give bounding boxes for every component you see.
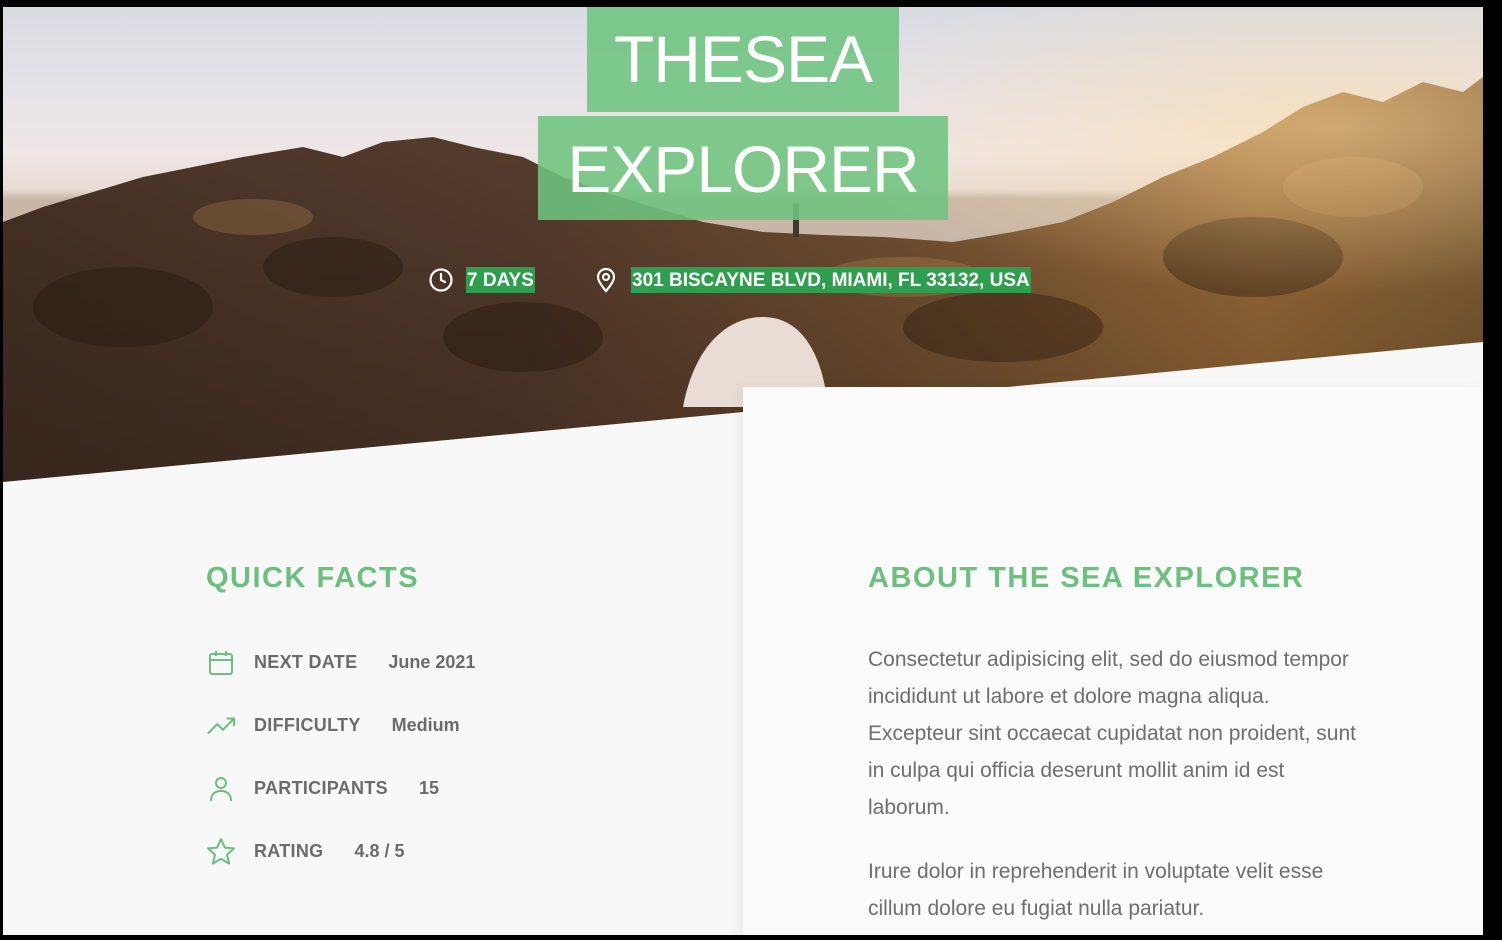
fact-label: DIFFICULTY — [254, 715, 361, 735]
address-text: 301 BISCAYNE BLVD, MIAMI, FL 33132, USA — [631, 267, 1031, 293]
about-title: ABOUT THE SEA EXPLORER — [868, 562, 1305, 594]
about-section: ABOUT THE SEA EXPLORER Consectetur adipi… — [868, 562, 1368, 927]
fact-participants: PARTICIPANTS 15 — [206, 757, 706, 820]
user-icon — [206, 774, 236, 804]
fact-value: 15 — [418, 778, 439, 798]
location-pin-icon — [593, 267, 619, 293]
about-paragraph-2: Irure dolor in reprehenderit in voluptat… — [868, 860, 1324, 920]
quick-facts-title: QUICK FACTS — [206, 562, 420, 594]
page-frame: THESEA EXPLORER 7 DAYS 301 BISCAYNE BLVD… — [3, 7, 1483, 935]
fact-value: June 2021 — [388, 652, 476, 672]
fact-label: NEXT DATE — [254, 652, 358, 672]
fact-value: Medium — [391, 715, 460, 735]
hero-title-line-2: EXPLORER — [538, 116, 948, 220]
trip-duration: 7 DAYS — [428, 265, 535, 295]
duration-text: 7 DAYS — [466, 267, 535, 293]
trending-up-icon — [206, 711, 236, 741]
fact-label: RATING — [254, 841, 324, 861]
quick-facts-list: NEXT DATE June 2021 DIFFICULTY Medium PA… — [206, 631, 706, 883]
hero-title-line-1: THESEA — [587, 7, 899, 112]
quick-facts-section: QUICK FACTS NEXT DATE June 2021 DIFFICUL… — [206, 562, 706, 883]
fact-rating: RATING 4.8 / 5 — [206, 820, 706, 883]
about-body: Consectetur adipisicing elit, sed do eiu… — [868, 641, 1368, 927]
about-paragraph-1: Consectetur adipisicing elit, sed do eiu… — [868, 648, 1356, 819]
fact-value: 4.8 / 5 — [354, 841, 405, 861]
fact-label: PARTICIPANTS — [254, 778, 388, 798]
star-icon — [206, 837, 236, 867]
fact-next-date: NEXT DATE June 2021 — [206, 631, 706, 694]
clock-icon — [428, 267, 454, 293]
trip-address: 301 BISCAYNE BLVD, MIAMI, FL 33132, USA — [593, 265, 1031, 295]
calendar-icon — [206, 648, 236, 678]
fact-difficulty: DIFFICULTY Medium — [206, 694, 706, 757]
